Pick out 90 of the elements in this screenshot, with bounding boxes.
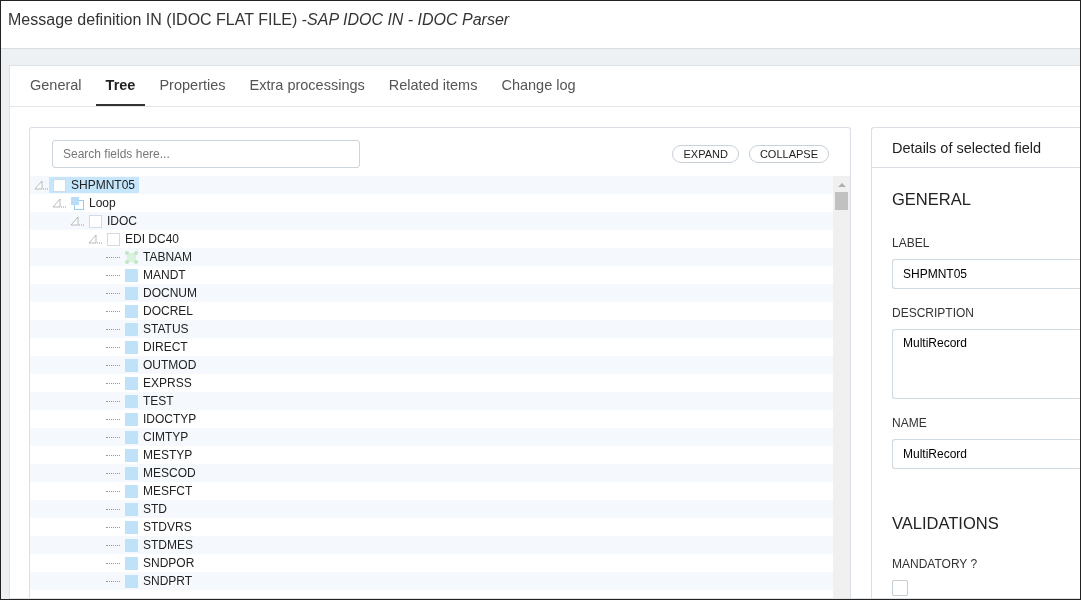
tree-connector	[106, 472, 120, 474]
tab[interactable]: Tree	[95, 66, 146, 106]
expand-toggle-icon[interactable]	[88, 234, 102, 244]
tree-connector	[106, 454, 120, 456]
square-icon	[125, 556, 138, 570]
tree-connector	[106, 418, 120, 420]
tree-node[interactable]: EXPRSS	[121, 375, 196, 391]
square-icon	[125, 376, 138, 390]
cross-icon	[125, 250, 138, 264]
tree-connector	[106, 562, 120, 564]
tree-node[interactable]: CIMTYP	[121, 429, 193, 445]
tree-node[interactable]: SNDPOR	[121, 555, 199, 571]
tree-connector	[106, 526, 120, 528]
tree-connector	[106, 292, 120, 294]
square-icon	[125, 268, 138, 282]
tree-node[interactable]: TEST	[121, 393, 178, 409]
tree-connector	[106, 400, 120, 402]
tree-connector	[106, 364, 120, 366]
tab[interactable]: General	[20, 66, 92, 106]
tree-node[interactable]: SHPMNT05	[49, 177, 139, 193]
tree-node[interactable]: MANDT	[121, 267, 190, 283]
section-heading: VALIDATIONS	[892, 514, 999, 533]
search-field[interactable]: Search fields here...	[52, 140, 360, 168]
description-field[interactable]: MultiRecord	[892, 329, 1080, 399]
expand-toggle-icon[interactable]	[70, 216, 84, 226]
tree-node[interactable]: STATUS	[121, 321, 193, 337]
tree-button[interactable]: EXPAND	[672, 145, 739, 163]
stacked-squares-icon	[71, 196, 84, 210]
panel-title: Details of selected field	[872, 128, 1080, 168]
square-icon	[107, 232, 120, 246]
square-icon	[125, 484, 138, 498]
expand-toggle-icon[interactable]	[34, 180, 48, 190]
square-icon	[125, 430, 138, 444]
tree-connector	[106, 346, 120, 348]
tab[interactable]: Related items	[378, 66, 488, 106]
scrollbar[interactable]	[833, 176, 850, 598]
square-icon	[125, 520, 138, 534]
tree-node[interactable]: SNDPRT	[121, 573, 197, 589]
tab[interactable]: Extra processings	[239, 66, 375, 106]
square-icon	[125, 286, 138, 300]
tree-node[interactable]: OUTMOD	[121, 357, 201, 373]
tab[interactable]: Change log	[491, 66, 586, 106]
tree-connector	[106, 256, 120, 258]
square-icon	[125, 502, 138, 516]
field-label: NAME	[892, 416, 927, 430]
tree-connector	[106, 274, 120, 276]
tree-connector	[106, 382, 120, 384]
tree-node[interactable]: STD	[121, 501, 171, 517]
tree-connector	[106, 490, 120, 492]
tree-node[interactable]: TABNAM	[121, 249, 197, 265]
tree-node[interactable]: MESCOD	[121, 465, 200, 481]
square-icon	[125, 322, 138, 336]
tree-node[interactable]: DOCNUM	[121, 285, 201, 301]
tree-connector	[106, 436, 120, 438]
square-icon	[125, 448, 138, 462]
tree-connector	[106, 310, 120, 312]
tree-connector	[106, 580, 120, 582]
square-icon	[125, 412, 138, 426]
square-icon	[125, 574, 138, 588]
tree-node[interactable]: MESFCT	[121, 483, 197, 499]
square-icon	[125, 304, 138, 318]
tree-node[interactable]: DIRECT	[121, 339, 192, 355]
field-label: LABEL	[892, 236, 930, 250]
tree-node[interactable]: EDI DC40	[103, 231, 184, 247]
tree-connector	[106, 544, 120, 546]
tree-node[interactable]: Loop	[67, 195, 120, 211]
name-field[interactable]: MultiRecord	[892, 439, 1080, 469]
section-heading: GENERAL	[892, 190, 971, 209]
square-icon	[125, 538, 138, 552]
tree-node[interactable]: STDVRS	[121, 519, 196, 535]
square-icon	[125, 394, 138, 408]
tree-node[interactable]: MESTYP	[121, 447, 197, 463]
expand-toggle-icon[interactable]	[52, 198, 66, 208]
tree-node[interactable]: DOCREL	[121, 303, 197, 319]
tree-node[interactable]: STDMES	[121, 537, 197, 553]
window-title: Message definition IN (IDOC FLAT FILE) -SAP IDOC IN - IDOC Parser	[8, 11, 510, 29]
tree-connector	[106, 508, 120, 510]
tree-button[interactable]: COLLAPSE	[748, 145, 829, 163]
mandatory-checkbox[interactable]	[892, 580, 908, 596]
tree-node[interactable]: IDOC	[85, 213, 141, 229]
tree-connector	[106, 328, 120, 330]
square-icon	[125, 466, 138, 480]
label-field[interactable]: SHPMNT05	[892, 259, 1080, 289]
field-label: MANDATORY ?	[892, 557, 978, 571]
tree-node[interactable]: IDOCTYP	[121, 411, 201, 427]
scrollbar-thumb[interactable]	[835, 192, 848, 210]
square-icon	[125, 358, 138, 372]
tab[interactable]: Properties	[149, 66, 236, 106]
square-icon	[125, 340, 138, 354]
field-label: DESCRIPTION	[892, 306, 974, 320]
